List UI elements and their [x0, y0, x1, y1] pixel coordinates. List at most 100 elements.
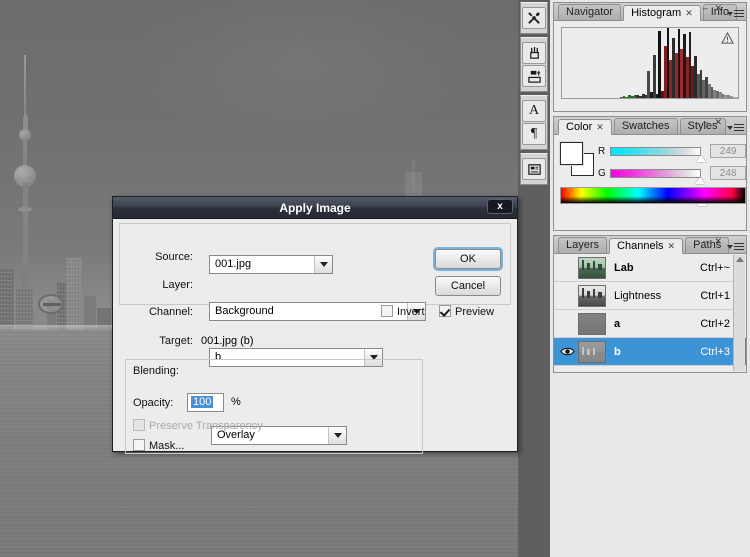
color-panel-tabs[interactable]: Color ✕ Swatches Styles – ✕: [554, 117, 746, 135]
channel-name: a: [614, 317, 621, 330]
tab-histogram[interactable]: Histogram ✕: [623, 5, 701, 21]
collapsed-dock-strip[interactable]: A ¶: [518, 0, 550, 557]
layer-comps-icon[interactable]: [522, 158, 546, 180]
tab-swatches[interactable]: Swatches: [613, 118, 678, 134]
chevron-down-icon[interactable]: [314, 256, 332, 273]
paragraph-icon[interactable]: ¶: [522, 123, 546, 145]
histogram-body: [554, 21, 746, 107]
checkbox-box[interactable]: [133, 419, 145, 431]
channel-name: b: [614, 345, 621, 358]
slider-g[interactable]: [609, 168, 706, 184]
invert-checkbox[interactable]: Invert: [381, 305, 425, 318]
uncached-data-warning-icon[interactable]: [721, 32, 734, 44]
checkbox-box[interactable]: [133, 439, 145, 451]
channels-scrollbar[interactable]: [733, 255, 745, 371]
dialog-titlebar[interactable]: Apply Image x: [113, 197, 517, 219]
close-icon[interactable]: x: [487, 199, 513, 214]
channels-list[interactable]: Lab Ctrl+~ Lightness Ctrl+1 a Ctrl+2 b C…: [554, 254, 746, 366]
channel-row-lab[interactable]: Lab Ctrl+~: [554, 254, 746, 282]
color-channel-row-g: G 248: [598, 165, 746, 184]
close-panel-icon[interactable]: ✕: [714, 3, 724, 13]
color-channel-row-r: R 249: [598, 143, 746, 162]
layer-label: Layer:: [162, 279, 193, 291]
ok-button[interactable]: OK: [435, 249, 501, 269]
color-spectrum-ramp[interactable]: [560, 187, 746, 204]
source-label: Source:: [155, 251, 193, 263]
building: [0, 268, 14, 330]
minimize-icon[interactable]: –: [703, 117, 710, 127]
value-g[interactable]: 248: [710, 166, 746, 180]
apply-image-dialog[interactable]: Apply Image x Source: 001.jpg Layer: Bac…: [112, 196, 518, 454]
visibility-toggle[interactable]: [556, 254, 578, 282]
dock-group-tools: [520, 2, 548, 34]
channel-label-g: G: [598, 167, 606, 179]
visibility-toggle[interactable]: [556, 282, 578, 310]
tab-layers[interactable]: Layers: [558, 237, 608, 253]
channel-row-b[interactable]: b Ctrl+3: [554, 338, 746, 366]
chevron-down-icon[interactable]: [328, 427, 346, 444]
foreground-color-swatch[interactable]: [560, 142, 583, 165]
channel-label-r: R: [598, 145, 606, 157]
tab-color[interactable]: Color ✕: [558, 119, 612, 135]
dock-group-type: A ¶: [520, 95, 548, 150]
building: [16, 288, 33, 330]
opacity-unit: %: [231, 396, 241, 408]
channel-row-lightness[interactable]: Lightness Ctrl+1: [554, 282, 746, 310]
tab-histogram-label: Histogram: [631, 6, 682, 19]
opacity-input[interactable]: 100: [187, 393, 224, 412]
histogram-panel-tabs[interactable]: Navigator Histogram ✕ Info – ✕: [554, 3, 746, 21]
tab-navigator[interactable]: Navigator: [558, 4, 622, 20]
histogram-chart[interactable]: [561, 27, 739, 99]
tab-channels-label: Channels: [617, 239, 664, 252]
source-value: 001.jpg: [215, 258, 252, 270]
blending-label: Blending:: [133, 365, 179, 377]
histogram-bars: [562, 28, 738, 98]
brushes-icon[interactable]: [522, 42, 546, 64]
close-icon[interactable]: ✕: [668, 239, 676, 254]
close-panel-icon[interactable]: ✕: [714, 117, 724, 127]
minimize-icon[interactable]: –: [703, 3, 710, 13]
source-dropdown[interactable]: 001.jpg: [209, 255, 333, 274]
dock-group-layer-comps: [520, 153, 548, 185]
target-value: 001.jpg (b): [201, 335, 254, 347]
minimize-icon[interactable]: –: [703, 236, 710, 246]
close-icon[interactable]: ✕: [685, 6, 693, 21]
tab-navigator-label: Navigator: [566, 6, 614, 18]
mask-label: Mask...: [149, 440, 185, 452]
mask-checkbox[interactable]: Mask...: [133, 439, 184, 452]
dialog-body: Source: 001.jpg Layer: Background Channe…: [113, 219, 517, 454]
histogram-bar: [735, 97, 738, 98]
cancel-button[interactable]: Cancel: [435, 276, 501, 296]
preserve-transparency-checkbox[interactable]: Preserve Transparency: [133, 419, 263, 432]
panel-window-controls[interactable]: – ✕: [703, 117, 724, 128]
panel-menu-icon[interactable]: [727, 7, 744, 20]
panel-window-controls[interactable]: – ✕: [703, 236, 724, 247]
channels-panel-tabs[interactable]: Layers Channels ✕ Paths – ✕: [554, 236, 746, 254]
tools-presets-icon[interactable]: [522, 7, 546, 29]
channel-label: Channel:: [148, 306, 193, 318]
tab-layers-label: Layers: [566, 239, 600, 251]
value-r[interactable]: 249: [710, 144, 746, 158]
histogram-bar: [658, 30, 661, 98]
layer-value: Background: [215, 305, 274, 317]
tab-channels[interactable]: Channels ✕: [609, 238, 684, 254]
checkbox-box[interactable]: [381, 305, 393, 317]
color-panel-body: R 249 G 248 B: [554, 135, 746, 209]
eye-icon[interactable]: [559, 346, 575, 357]
panel-column: Navigator Histogram ✕ Info – ✕ Color ✕ S…: [550, 0, 750, 557]
panel-window-controls[interactable]: – ✕: [703, 3, 724, 14]
visibility-toggle[interactable]: [556, 338, 578, 366]
panel-menu-icon[interactable]: [727, 121, 744, 134]
visibility-toggle[interactable]: [556, 310, 578, 338]
close-panel-icon[interactable]: ✕: [714, 236, 724, 246]
checkbox-box[interactable]: [439, 305, 451, 317]
character-icon[interactable]: A: [522, 100, 546, 122]
preview-checkbox[interactable]: Preview: [439, 305, 494, 318]
close-icon[interactable]: ✕: [596, 120, 604, 135]
panel-menu-icon[interactable]: [727, 240, 744, 253]
color-swatches[interactable]: [560, 142, 594, 176]
channel-row-a[interactable]: a Ctrl+2: [554, 310, 746, 338]
a-channel-thumbnail: [578, 312, 606, 335]
slider-r[interactable]: [609, 146, 706, 162]
clone-source-icon[interactable]: [522, 65, 546, 87]
